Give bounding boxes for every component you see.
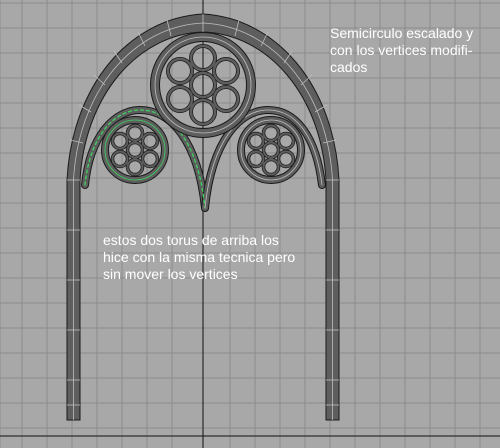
annotation-line: sin mover los vertices: [103, 266, 238, 282]
annotation-line: Semicirculo escalado y: [330, 25, 474, 41]
modeling-viewport[interactable]: Semicirculo escalado y con los vertices …: [0, 0, 500, 448]
annotation-line: con los vertices modifi-: [330, 42, 473, 58]
annotation-line: estos dos torus de arriba los: [103, 232, 279, 248]
annotation-line: cados: [330, 59, 368, 75]
left-rose-window: [101, 116, 169, 184]
annotation-line: hice con la misma tecnica pero: [103, 249, 296, 265]
right-rose-window: [237, 116, 305, 184]
annotation-torus-technique: estos dos torus de arriba los hice con l…: [103, 232, 295, 283]
annotation-scaled-semicircle: Semicirculo escalado y con los vertices …: [330, 25, 473, 76]
